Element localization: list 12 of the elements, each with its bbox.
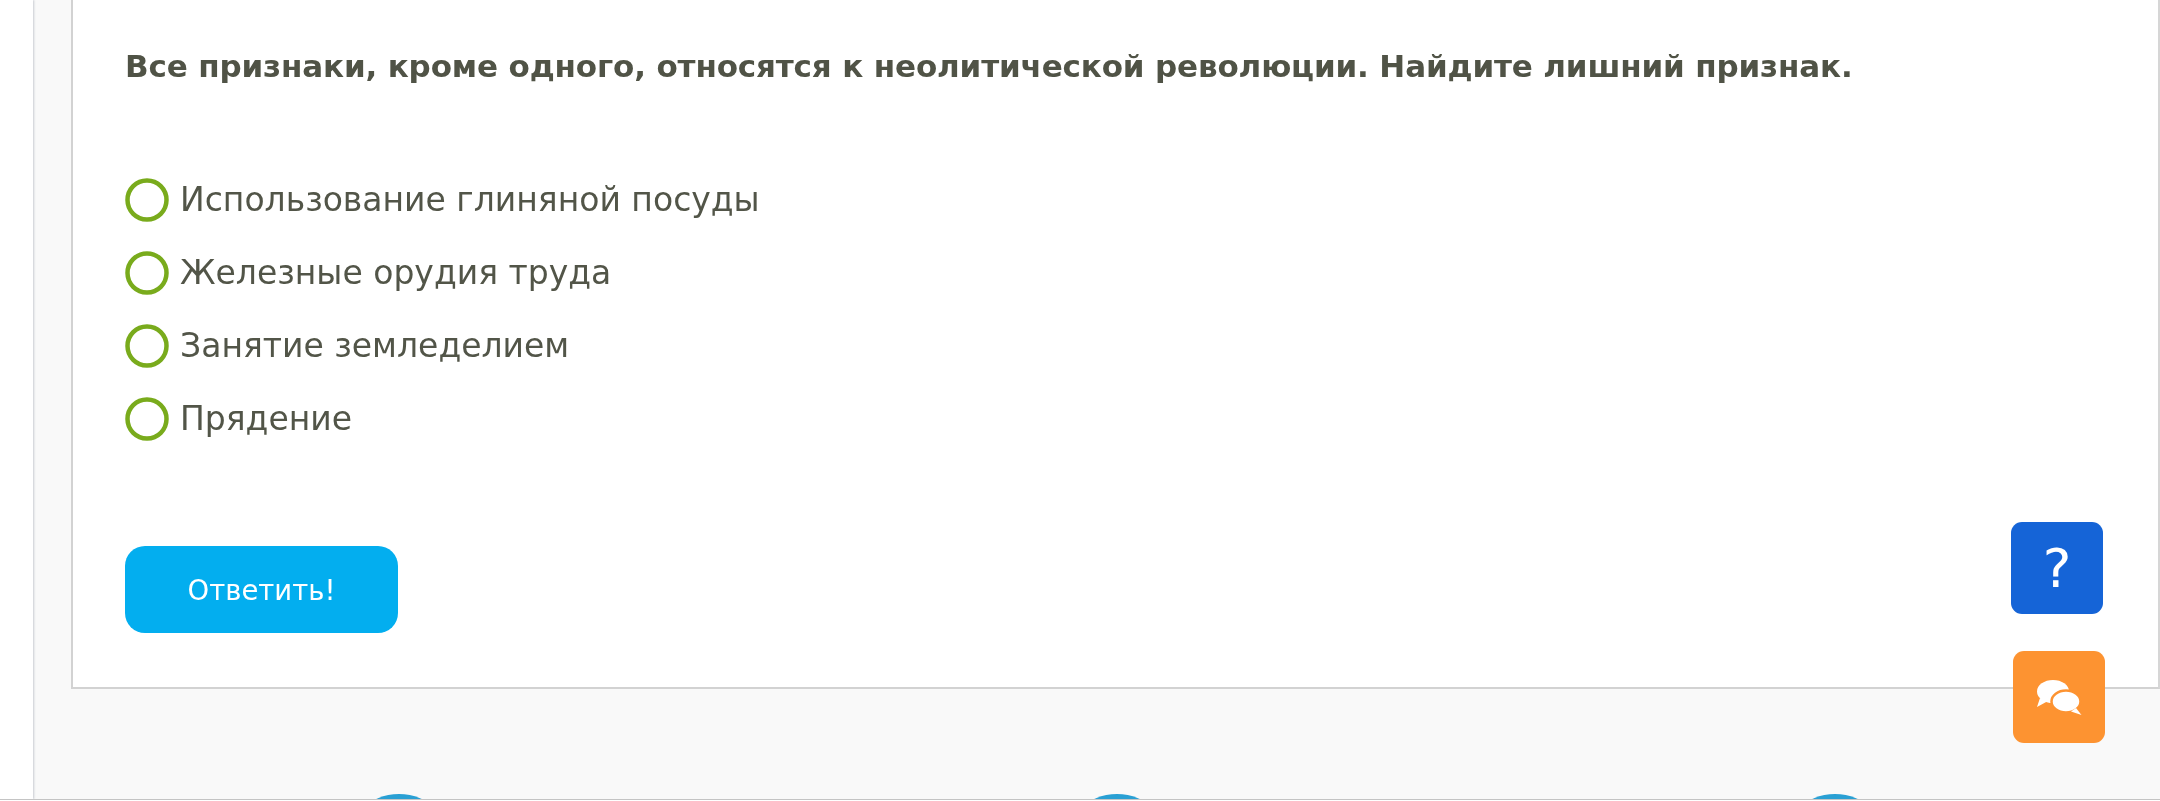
radio-icon[interactable] — [125, 324, 169, 368]
answer-option[interactable]: Железные орудия труда — [125, 250, 612, 296]
answer-option[interactable]: Занятие земледелием — [125, 323, 570, 369]
answer-option[interactable]: Использование глиняной посуды — [125, 177, 760, 223]
question-text: Все признаки, кроме одного, относятся к неолитической революции. Найдите лишний признак. — [125, 47, 1854, 86]
radio-icon[interactable] — [125, 251, 169, 295]
answer-option[interactable]: Прядение — [125, 396, 353, 442]
help-button[interactable]: ? — [2011, 522, 2103, 614]
chat-button[interactable] — [2013, 651, 2105, 743]
radio-icon[interactable] — [125, 397, 169, 441]
chat-bubbles-icon — [2036, 678, 2082, 716]
radio-icon[interactable] — [125, 178, 169, 222]
